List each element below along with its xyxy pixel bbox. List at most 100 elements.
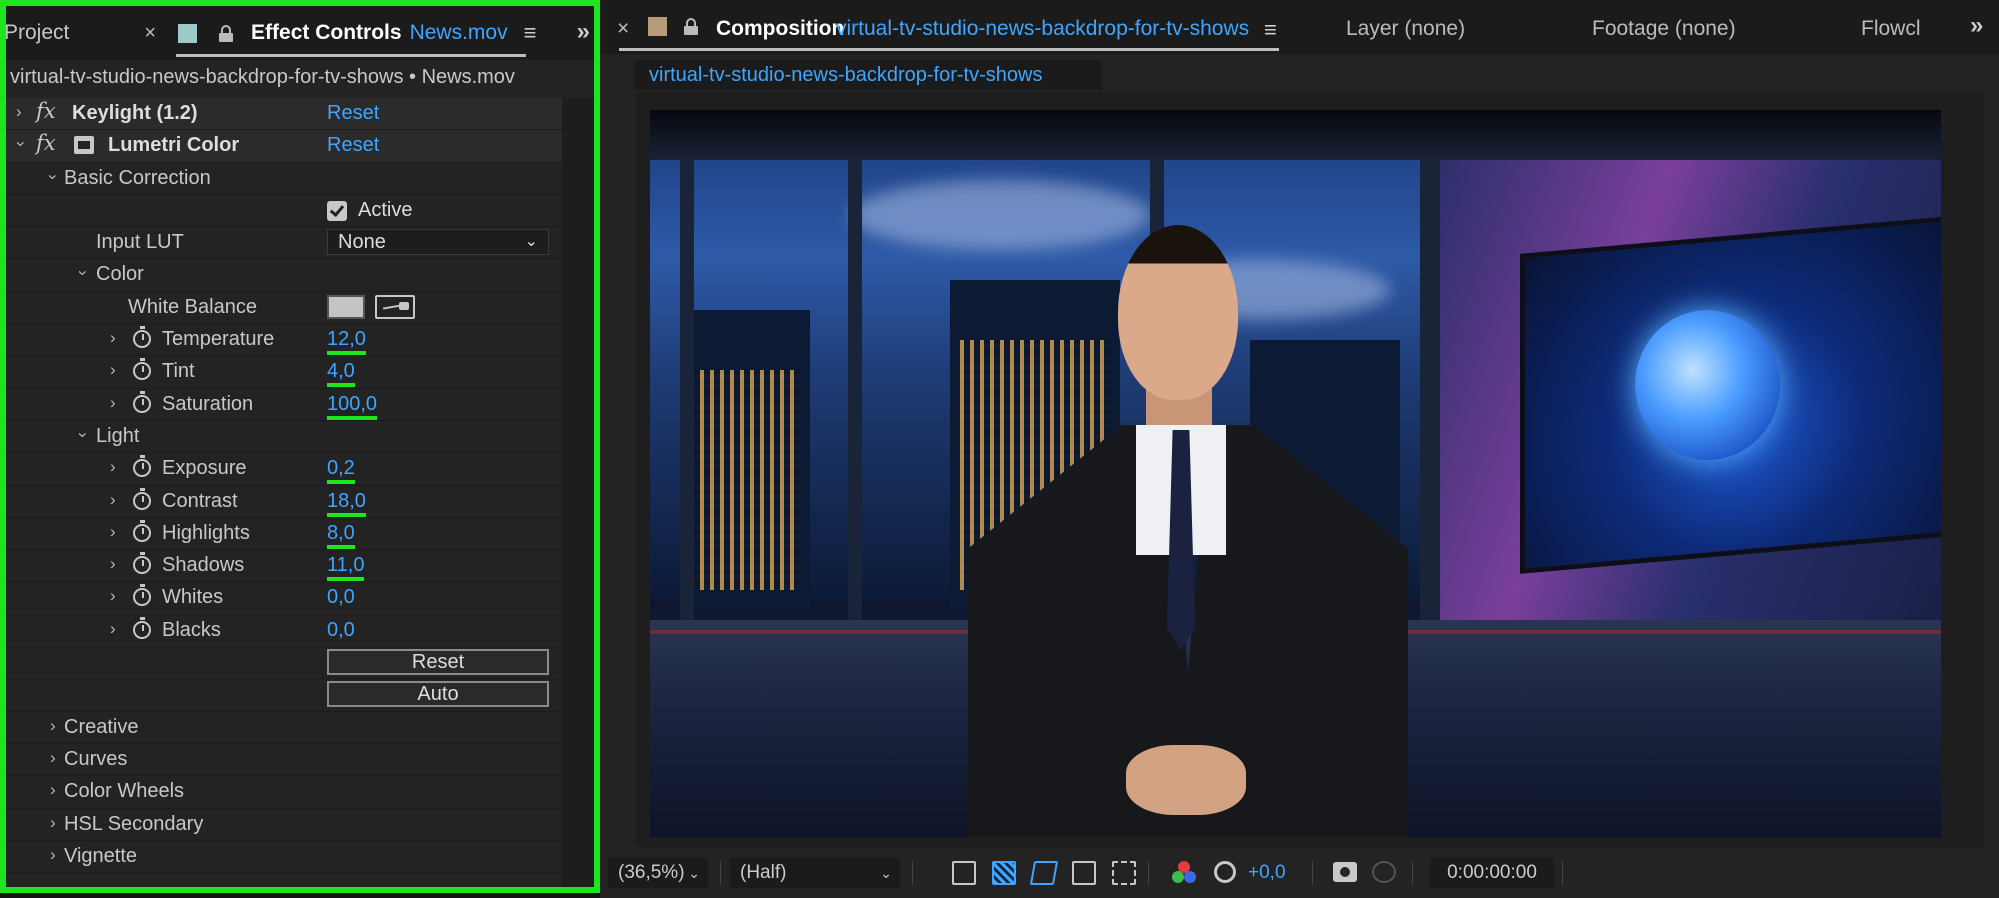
breadcrumb: virtual-tv-studio-news-backdrop-for-tv-s… [10, 66, 515, 88]
tab-composition[interactable]: Composition [716, 17, 844, 41]
chevron-down-icon[interactable]: › [11, 141, 31, 147]
chevron-right-icon[interactable]: › [110, 522, 116, 542]
fx-icon[interactable]: fx [36, 131, 56, 155]
show-snapshot-icon[interactable] [1372, 861, 1396, 883]
property-label: Saturation [162, 392, 254, 415]
auto-button[interactable]: Auto [327, 681, 549, 708]
chevron-right-icon[interactable]: › [16, 102, 22, 122]
window-frame [680, 110, 694, 630]
row-tint: › Tint 4,0 [6, 356, 564, 389]
composition-subtab[interactable]: virtual-tv-studio-news-backdrop-for-tv-s… [634, 60, 1102, 90]
exposure-value[interactable]: 0,2 [327, 457, 355, 485]
composition-canvas[interactable] [650, 110, 1941, 837]
reset-button[interactable]: Reset [327, 649, 549, 676]
tab-layer[interactable]: Layer (none) [1346, 17, 1465, 41]
group-basic-correction[interactable]: › Basic Correction [6, 163, 564, 195]
chevron-right-icon[interactable]: › [50, 748, 56, 768]
eyedropper-icon[interactable] [375, 294, 415, 319]
group-label: Basic Correction [64, 166, 211, 189]
overflow-chevron-icon[interactable]: » [1970, 12, 1983, 40]
contrast-value[interactable]: 18,0 [327, 490, 366, 517]
whites-value[interactable]: 0,0 [327, 586, 355, 609]
divider [1562, 861, 1563, 885]
tint-value[interactable]: 4,0 [327, 360, 355, 388]
input-lut-dropdown[interactable]: None ⌄ [327, 229, 549, 256]
row-blacks: › Blacks 0,0 [6, 615, 564, 648]
tab-project[interactable]: Project [6, 21, 69, 45]
chevron-down-icon[interactable]: › [73, 432, 93, 438]
group-curves[interactable]: › Curves [6, 744, 564, 777]
scrollbar[interactable] [562, 98, 594, 887]
composition-name[interactable]: virtual-tv-studio-news-backdrop-for-tv-s… [836, 17, 1249, 41]
stopwatch-icon[interactable] [133, 584, 151, 607]
group-color-wheels[interactable]: › Color Wheels [6, 776, 564, 809]
blacks-value[interactable]: 0,0 [327, 619, 355, 642]
panel-menu-icon[interactable]: ≡ [1264, 17, 1277, 43]
tab-effect-controls[interactable]: Effect Controls [251, 21, 402, 45]
resolution-dropdown[interactable]: (Half) ⌄ [730, 858, 900, 888]
chevron-right-icon[interactable]: › [50, 845, 56, 865]
lock-icon[interactable] [219, 24, 234, 42]
saturation-value[interactable]: 100,0 [327, 393, 378, 420]
chevron-down-icon[interactable]: › [43, 174, 63, 180]
overflow-chevron-icon[interactable]: » [577, 18, 590, 46]
row-exposure: › Exposure 0,2 [6, 453, 564, 486]
highlights-value[interactable]: 8,0 [327, 522, 355, 549]
stopwatch-icon[interactable] [133, 326, 151, 349]
reset-link[interactable]: Reset [327, 102, 379, 125]
chevron-right-icon[interactable]: › [110, 328, 116, 348]
fast-previews-icon[interactable] [952, 861, 976, 885]
panel-menu-icon[interactable]: ≡ [524, 20, 537, 46]
group-creative[interactable]: › Creative [6, 712, 564, 744]
close-icon[interactable]: × [144, 22, 156, 45]
chevron-right-icon[interactable]: › [50, 780, 56, 800]
effect-row-lumetri[interactable]: › fx Lumetri Color Reset [6, 130, 564, 163]
stopwatch-icon[interactable] [133, 552, 151, 575]
chevron-right-icon[interactable]: › [50, 813, 56, 833]
stopwatch-icon[interactable] [133, 455, 151, 478]
chevron-right-icon[interactable]: › [50, 716, 56, 736]
group-hsl-secondary[interactable]: › HSL Secondary [6, 809, 564, 841]
effect-row-keylight[interactable]: › fx Keylight (1.2) Reset [6, 98, 564, 131]
stopwatch-icon[interactable] [133, 358, 151, 381]
stopwatch-icon[interactable] [133, 616, 151, 639]
stopwatch-icon[interactable] [133, 487, 151, 510]
shadows-value[interactable]: 11,0 [327, 554, 365, 582]
stopwatch-icon[interactable] [133, 519, 151, 542]
temperature-value[interactable]: 12,0 [327, 328, 366, 356]
lock-icon[interactable] [684, 18, 698, 35]
exposure-reset-icon[interactable] [1214, 861, 1236, 883]
composition-viewer[interactable] [636, 92, 1985, 847]
exposure-value[interactable]: +0,0 [1248, 858, 1286, 888]
chevron-right-icon[interactable]: › [110, 393, 116, 413]
transparency-grid-icon[interactable] [992, 861, 1016, 885]
fx-icon[interactable]: fx [36, 99, 56, 123]
tab-effect-controls-file[interactable]: News.mov [410, 21, 508, 45]
chevron-right-icon[interactable]: › [110, 490, 116, 510]
channel-icon[interactable] [1172, 861, 1196, 885]
region-of-interest-icon[interactable] [1072, 861, 1096, 885]
reset-link[interactable]: Reset [327, 134, 379, 157]
group-vignette[interactable]: › Vignette [6, 841, 564, 874]
chevron-right-icon[interactable]: › [110, 360, 116, 380]
chevron-right-icon[interactable]: › [110, 457, 116, 477]
group-light[interactable]: › Light [6, 421, 564, 454]
group-label: Color [96, 263, 144, 286]
effect-controls-tabbar: Project × Effect Controls News.mov ≡ [6, 6, 594, 60]
chevron-right-icon[interactable]: › [110, 586, 116, 606]
tab-flowchart[interactable]: Flowcl [1861, 17, 1921, 41]
mask-visibility-icon[interactable] [1029, 861, 1059, 885]
white-balance-swatch[interactable] [327, 294, 365, 319]
zoom-dropdown[interactable]: (36,5%) ⌄ [608, 858, 708, 888]
stopwatch-icon[interactable] [133, 390, 151, 413]
timecode-display[interactable]: 0:00:00:00 [1430, 858, 1554, 888]
chevron-right-icon[interactable]: › [110, 619, 116, 639]
grid-guides-icon[interactable] [1112, 861, 1136, 885]
active-checkbox[interactable] [327, 200, 347, 221]
snapshot-icon[interactable] [1333, 862, 1357, 882]
chevron-down-icon[interactable]: › [73, 271, 93, 277]
chevron-right-icon[interactable]: › [110, 554, 116, 574]
tab-footage[interactable]: Footage (none) [1592, 17, 1736, 41]
close-icon[interactable]: × [617, 17, 629, 41]
group-color[interactable]: › Color [6, 259, 564, 292]
